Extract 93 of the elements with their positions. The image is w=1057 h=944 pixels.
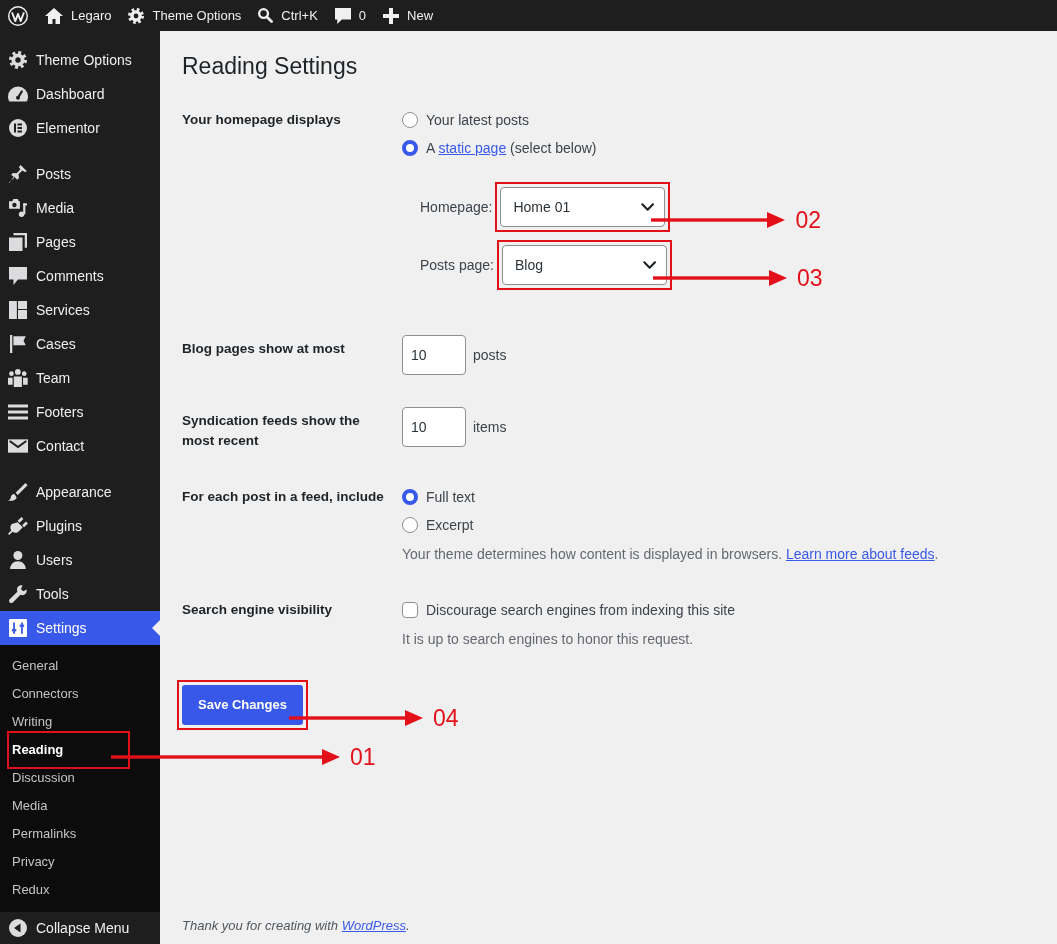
sidebar-menu-item[interactable]: Settings [0, 611, 160, 645]
pointer-icon [152, 620, 160, 636]
number-field[interactable]: 10 [402, 335, 466, 375]
page-select[interactable]: Blog [501, 245, 667, 285]
circle-bars-icon [9, 119, 27, 137]
envelope-icon [8, 437, 28, 455]
unit-label: posts [473, 345, 507, 365]
logo-icon[interactable] [8, 5, 28, 26]
checkbox-label[interactable]: Discourage search engines from indexing this site [426, 600, 735, 620]
annotation-label: 04 [432, 704, 459, 732]
admin-bar-link[interactable]: New [383, 0, 434, 31]
annotation-label: 03 [796, 264, 823, 292]
footer-link[interactable]: WordPress [341, 918, 406, 933]
help-text: Your theme determines how content is displayed in browsers. Learn more about feeds. [402, 545, 939, 564]
radio-button[interactable] [402, 140, 418, 156]
annotation-label: 01 [350, 743, 376, 771]
chevron-down-icon [642, 261, 656, 269]
sidebar-menu-item[interactable]: Elementor [0, 111, 160, 145]
sidebar-menu-item[interactable]: Posts [0, 157, 160, 191]
sidebar-menu-item[interactable]: Cases [0, 327, 160, 361]
home-icon [45, 7, 63, 24]
field-label: For each post in a feed, include [182, 488, 385, 506]
radio-button[interactable] [402, 489, 418, 505]
layout-grid-icon [9, 301, 27, 319]
sidebar-menu-item[interactable]: Services [0, 293, 160, 327]
checkbox[interactable] [402, 602, 418, 618]
chevron-down-icon [641, 203, 655, 211]
unit-label: items [473, 417, 507, 437]
field-label: Syndication feeds show the most recent [182, 412, 361, 450]
sidebar-menu-item[interactable]: Dashboard [0, 77, 160, 111]
sliders-icon [9, 619, 27, 637]
person-icon [10, 551, 26, 569]
collapse-menu-button[interactable]: Collapse Menu [0, 912, 160, 944]
help-text: It is up to search engines to honor this request. [402, 630, 695, 649]
radio-button[interactable] [402, 517, 418, 533]
sidebar-menu-item[interactable]: Pages [0, 225, 160, 259]
menu-icon [8, 403, 28, 421]
flag-icon [10, 335, 26, 353]
sidebar-menu-item[interactable]: Users [0, 543, 160, 577]
sidebar-menu-item[interactable]: Media [0, 191, 160, 225]
submenu-item[interactable]: Writing [12, 708, 125, 736]
submenu-item[interactable]: Media [12, 792, 125, 820]
speech-bubble-icon [9, 267, 27, 285]
sidebar-menu-item[interactable]: Comments [0, 259, 160, 293]
number-field[interactable]: 10 [402, 407, 466, 447]
sidebar-menu-item[interactable]: Appearance [0, 475, 160, 509]
sidebar-menu-item[interactable]: Team [0, 361, 160, 395]
gear-icon [9, 51, 27, 69]
radio-label[interactable]: Excerpt [426, 515, 474, 535]
pin-icon [9, 165, 27, 183]
plug-icon [8, 517, 28, 535]
sidebar-menu-item[interactable]: Plugins [0, 509, 160, 543]
submenu-item[interactable]: Permalinks [12, 820, 125, 848]
radio-label[interactable]: Full text [426, 487, 475, 507]
save-button[interactable]: Save Changes [182, 685, 303, 725]
submenu-item[interactable]: Redux [12, 876, 125, 904]
gauge-icon [8, 85, 28, 103]
plus-icon [383, 7, 400, 24]
field-label: Blog pages show at most [182, 340, 346, 358]
sidebar-menu-item[interactable]: Theme Options [0, 43, 160, 77]
wrench-icon [9, 585, 27, 603]
field-label: Search engine visibility [182, 601, 334, 619]
pages-icon [9, 233, 27, 251]
sidebar-menu-item[interactable]: Tools [0, 577, 160, 611]
select-label: Homepage: [420, 198, 493, 217]
radio-label[interactable]: Your latest posts [426, 110, 529, 130]
help-link[interactable]: Learn more about feeds [785, 546, 935, 562]
sidebar-menu-item[interactable]: Contact [0, 429, 160, 463]
search-icon [258, 8, 274, 23]
submenu-item[interactable]: Discussion [12, 764, 125, 792]
people-icon [8, 369, 28, 387]
submenu-item[interactable]: Privacy [12, 848, 125, 876]
inline-link[interactable]: static page [438, 140, 507, 156]
submenu-item[interactable]: General [12, 652, 125, 680]
page-title: Reading Settings [182, 52, 358, 81]
select-label: Posts page: [420, 256, 494, 275]
field-label: Your homepage displays [182, 111, 342, 129]
admin-bar-link[interactable]: Ctrl+K [258, 0, 318, 31]
submenu-item[interactable]: Reading [12, 736, 125, 764]
admin-bar-link[interactable]: 0 [334, 0, 367, 31]
radio-label[interactable]: A static page (select below) [426, 138, 597, 158]
admin-bar-link[interactable]: Theme Options [128, 0, 242, 31]
sidebar-menu-item[interactable]: Footers [0, 395, 160, 429]
speech-bubble-icon [334, 7, 351, 24]
gear-icon [128, 7, 145, 24]
radio-button[interactable] [402, 112, 418, 128]
page-select[interactable]: Home 01 [500, 187, 666, 227]
annotation-label: 02 [795, 206, 821, 234]
admin-bar-link[interactable]: Legaro [45, 0, 112, 31]
footer-text: Thank you for creating with WordPress. [182, 917, 410, 935]
camera-note-icon [9, 199, 27, 217]
paintbrush-icon [8, 483, 28, 501]
submenu-item[interactable]: Connectors [12, 680, 125, 708]
